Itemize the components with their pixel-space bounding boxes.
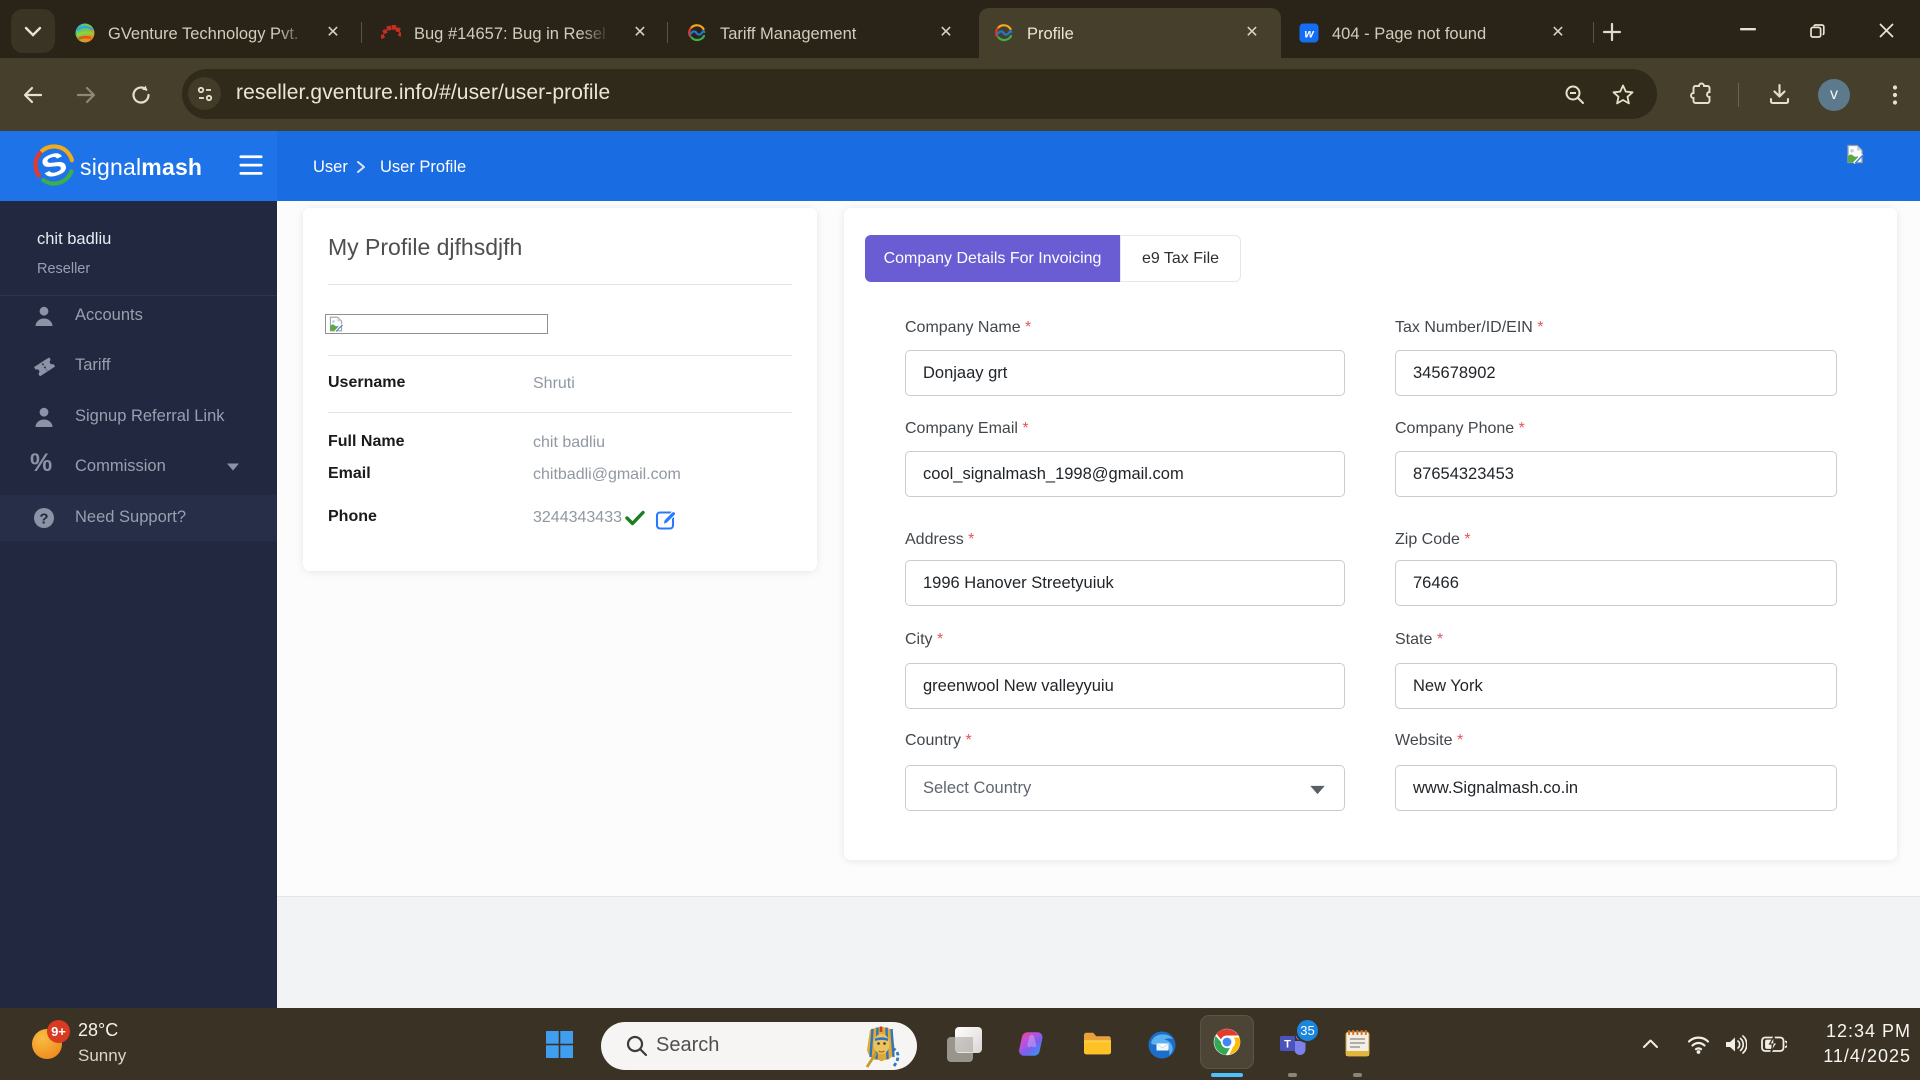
svg-text:?: ? <box>39 511 48 528</box>
svg-text:T: T <box>1284 1039 1291 1051</box>
svg-text:w: w <box>1304 27 1314 41</box>
